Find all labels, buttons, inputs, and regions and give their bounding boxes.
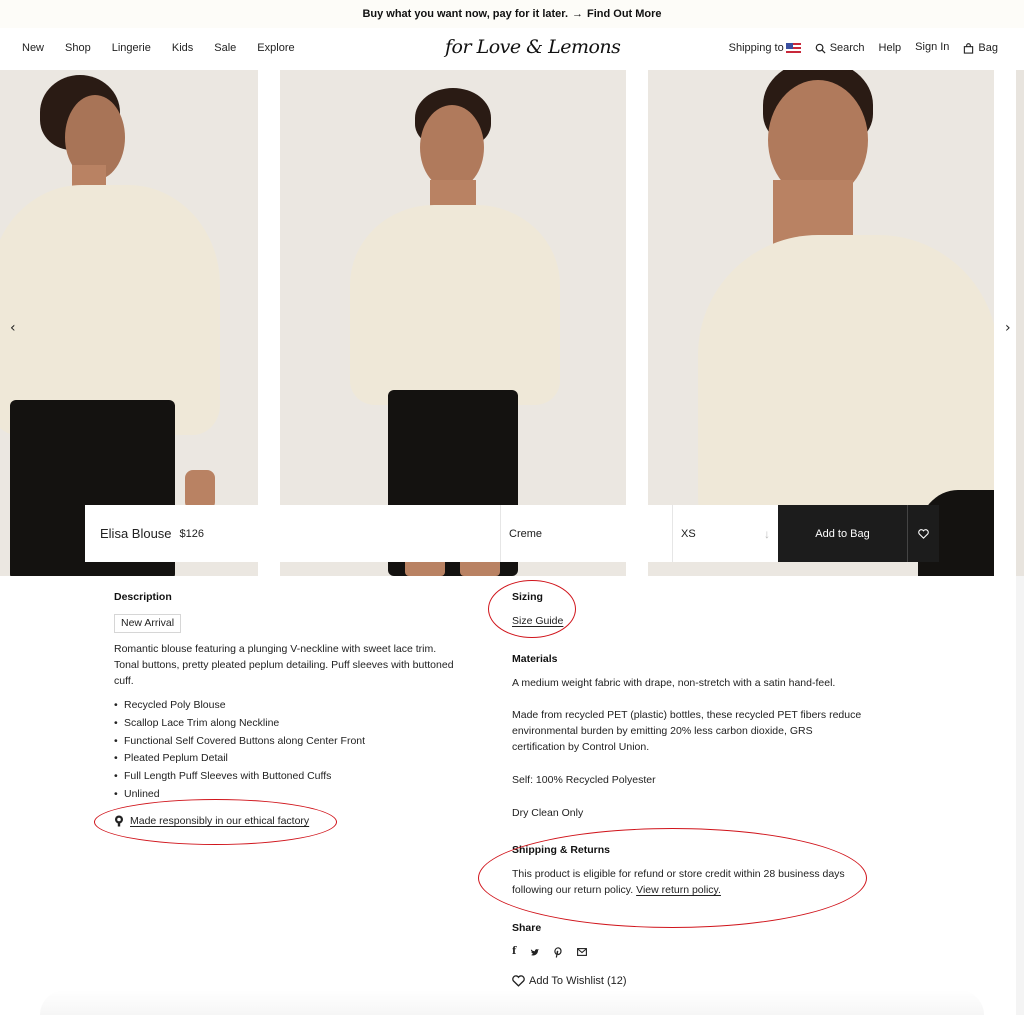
product-summary: Elisa Blouse $126: [85, 505, 501, 562]
promo-text: Buy what you want now, pay for it later.: [362, 8, 568, 20]
shipping-label: Shipping to: [728, 42, 784, 54]
feature-item: Full Length Puff Sleeves with Buttoned C…: [114, 768, 454, 786]
wishlist-heart-button[interactable]: [907, 505, 939, 562]
materials-text-1: A medium weight fabric with drape, non-s…: [512, 677, 836, 689]
product-image-next-peek: [1016, 70, 1024, 576]
product-image-carousel[interactable]: ‹ ›: [0, 70, 1024, 576]
description-section: Description New Arrival Romantic blouse …: [114, 589, 454, 829]
search-label: Search: [829, 42, 865, 54]
carousel-prev-button[interactable]: ‹: [10, 320, 16, 336]
carousel-next-button[interactable]: ›: [1005, 320, 1011, 336]
arrow-down-icon: ↓: [764, 526, 770, 541]
bag-icon: [964, 42, 974, 54]
new-arrival-badge: New Arrival: [114, 614, 182, 633]
heart-outline-icon: [512, 975, 525, 987]
wishlist-count: (12): [607, 975, 627, 987]
description-text: Romantic blouse featuring a plunging V-n…: [114, 643, 454, 687]
ethical-factory-link[interactable]: Made responsibly in our ethical factory: [130, 813, 309, 829]
product-image-front[interactable]: [280, 70, 626, 576]
arrow-right-icon: →: [572, 8, 583, 20]
bag-label: Bag: [978, 42, 998, 54]
shipping-returns-text: This product is eligible for refund or s…: [512, 866, 862, 898]
care-instructions: Dry Clean Only: [512, 807, 584, 819]
feature-item: Recycled Poly Blouse: [114, 697, 454, 715]
product-details-section: Sizing Size Guide Materials A medium wei…: [512, 589, 862, 989]
find-out-more-link[interactable]: Find Out More: [587, 8, 662, 20]
search-button[interactable]: Search: [815, 42, 865, 54]
description-heading: Description: [114, 591, 172, 603]
shipping-returns-heading: Shipping & Returns: [512, 844, 610, 856]
ethical-factory-row: Made responsibly in our ethical factory: [114, 813, 454, 829]
search-icon: [815, 43, 826, 54]
share-heading: Share: [512, 922, 542, 934]
materials-heading: Materials: [512, 653, 558, 665]
shipping-to-selector[interactable]: Shipping to: [729, 42, 801, 54]
product-name: Elisa Blouse: [100, 526, 172, 541]
feature-item: Unlined: [114, 786, 454, 804]
product-image-back[interactable]: [0, 70, 258, 576]
selected-size: XS: [681, 527, 696, 540]
badge-pin-icon: [115, 815, 123, 827]
facebook-icon[interactable]: f: [512, 944, 516, 960]
wishlist-label: Add To Wishlist: [529, 975, 604, 987]
nav-item-kids[interactable]: Kids: [172, 42, 193, 54]
size-selector[interactable]: XS ↓: [673, 505, 778, 562]
bag-button[interactable]: Bag: [963, 42, 998, 54]
add-to-bag-button[interactable]: Add to Bag: [778, 505, 907, 562]
nav-item-new[interactable]: New: [22, 42, 44, 54]
nav-item-explore[interactable]: Explore: [257, 42, 294, 54]
footer-edge: [40, 990, 984, 1015]
nav-item-sale[interactable]: Sale: [214, 42, 236, 54]
heart-icon: [918, 528, 929, 539]
twitter-icon[interactable]: [530, 948, 540, 957]
help-link[interactable]: Help: [879, 42, 902, 54]
brand-logo[interactable]: for Love & Lemons: [445, 36, 621, 58]
product-image-closeup[interactable]: [648, 70, 994, 576]
nav-menu: New Shop Lingerie Kids Sale Explore: [22, 42, 316, 54]
nav-utilities: Shipping to Search Help Sign In Bag: [715, 41, 998, 55]
email-icon[interactable]: [577, 948, 588, 956]
materials-text-2: Made from recycled PET (plastic) bottles…: [512, 709, 862, 753]
color-selector[interactable]: Creme: [501, 505, 673, 562]
sizing-heading: Sizing: [512, 591, 543, 603]
promo-banner: Buy what you want now, pay for it later.…: [0, 0, 1024, 28]
pinterest-icon[interactable]: [554, 946, 563, 958]
nav-item-shop[interactable]: Shop: [65, 42, 91, 54]
feature-list: Recycled Poly Blouse Scallop Lace Trim a…: [114, 697, 454, 804]
us-flag-icon: [785, 43, 801, 53]
size-guide-link[interactable]: Size Guide: [512, 615, 563, 627]
materials-text-3: Self: 100% Recycled Polyester: [512, 774, 656, 786]
scrollbar-track[interactable]: [1016, 576, 1024, 1015]
feature-item: Scallop Lace Trim along Neckline: [114, 715, 454, 733]
view-return-policy-link[interactable]: View return policy.: [636, 884, 721, 896]
product-price: $126: [179, 527, 205, 540]
purchase-bar: Elisa Blouse $126 Creme XS ↓ Add to Bag: [85, 505, 939, 562]
sign-in-link[interactable]: Sign In: [915, 41, 949, 53]
feature-item: Pleated Peplum Detail: [114, 750, 454, 768]
add-to-bag-label: Add to Bag: [815, 527, 870, 540]
feature-item: Functional Self Covered Buttons along Ce…: [114, 733, 454, 751]
add-to-wishlist-button[interactable]: Add To Wishlist (12): [512, 973, 862, 989]
selected-color: Creme: [509, 527, 543, 540]
nav-item-lingerie[interactable]: Lingerie: [112, 42, 151, 54]
share-buttons: f: [512, 944, 862, 960]
main-nav: New Shop Lingerie Kids Sale Explore for …: [0, 28, 1024, 70]
